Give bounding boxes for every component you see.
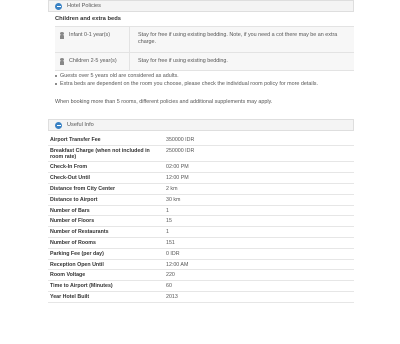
info-label: Breakfast Charge (when not included in r… bbox=[50, 147, 150, 161]
infant-icon bbox=[59, 32, 65, 39]
info-value: 250000 IDR bbox=[166, 147, 195, 154]
policy-notes: Guests over 5 years old are considered a… bbox=[55, 73, 355, 89]
child-age-label: Infant 0-1 year(s) bbox=[69, 32, 111, 38]
info-row: Distance from City Center 2 km bbox=[48, 184, 354, 195]
collapse-icon[interactable] bbox=[55, 2, 62, 10]
info-row: Reception Open Until 12:00 AM bbox=[48, 260, 354, 271]
info-value: 12:00 PM bbox=[166, 175, 189, 182]
info-label: Distance from City Center bbox=[50, 185, 116, 192]
info-value: 2013 bbox=[166, 293, 178, 300]
info-value: 15 bbox=[166, 218, 172, 225]
page: Hotel Policies Children and extra beds I… bbox=[0, 0, 400, 344]
children-policy-row: Children 2-5 year(s) Stay for free if us… bbox=[55, 53, 354, 71]
info-value: 220 bbox=[166, 272, 175, 279]
info-row: Time to Airport (Minutes) 60 bbox=[48, 281, 354, 292]
info-value: 2 km bbox=[166, 185, 178, 192]
child-policy-text: Stay for free if using existing bedding. bbox=[138, 58, 228, 64]
info-label: Number of Rooms bbox=[50, 239, 96, 246]
policy-note: Guests over 5 years old are considered a… bbox=[55, 73, 355, 80]
info-label: Year Hotel Built bbox=[50, 293, 90, 300]
child-age-label: Children 2-5 year(s) bbox=[69, 58, 117, 64]
info-value: 1 bbox=[166, 229, 169, 236]
info-row: Number of Bars 1 bbox=[48, 206, 354, 217]
info-value: 12:00 AM bbox=[166, 261, 189, 268]
info-value: 151 bbox=[166, 239, 175, 246]
info-label: Number of Floors bbox=[50, 218, 95, 225]
info-row: Year Hotel Built 2013 bbox=[48, 292, 354, 303]
children-policy-row: Infant 0-1 year(s) Stay for free if usin… bbox=[55, 27, 354, 53]
info-value: 0 IDR bbox=[166, 250, 180, 257]
info-label: Parking Fee (per day) bbox=[50, 250, 104, 257]
info-label: Room Voltage bbox=[50, 272, 86, 279]
info-label: Check-In From bbox=[50, 164, 88, 171]
info-label: Distance to Airport bbox=[50, 196, 98, 203]
info-value: 1 bbox=[166, 207, 169, 214]
info-label: Number of Restaurants bbox=[50, 229, 109, 236]
hotel-policies-title: Hotel Policies bbox=[67, 2, 101, 9]
info-row: Number of Restaurants 1 bbox=[48, 227, 354, 238]
useful-info-header[interactable]: Useful Info bbox=[48, 119, 354, 131]
collapse-icon[interactable] bbox=[55, 121, 62, 129]
child-age-cell: Infant 0-1 year(s) bbox=[55, 27, 130, 52]
info-label: Airport Transfer Fee bbox=[50, 137, 101, 143]
info-value: 30 km bbox=[166, 196, 181, 203]
info-value: 60 bbox=[166, 283, 172, 290]
children-extra-beds-heading: Children and extra beds bbox=[55, 16, 122, 22]
info-row: Breakfast Charge (when not included in r… bbox=[48, 146, 354, 163]
child-policy-text: Stay for free if using existing bedding.… bbox=[138, 32, 338, 45]
info-value: 350000 IDR bbox=[166, 137, 195, 143]
info-row: Airport Transfer Fee 350000 IDR bbox=[48, 135, 354, 146]
policy-note: Extra beds are dependent on the room you… bbox=[55, 81, 355, 88]
info-label: Check-Out Until bbox=[50, 175, 91, 182]
info-row: Check-In From 02:00 PM bbox=[48, 162, 354, 174]
info-value: 02:00 PM bbox=[166, 164, 189, 171]
useful-info-table: Airport Transfer Fee 350000 IDR Breakfast… bbox=[48, 135, 354, 303]
info-label: Reception Open Until bbox=[50, 261, 104, 268]
info-row: Room Voltage 220 bbox=[48, 270, 354, 282]
info-row: Distance to Airport 30 km bbox=[48, 195, 354, 206]
hotel-policies-header[interactable]: Hotel Policies bbox=[48, 0, 354, 12]
child-icon bbox=[59, 58, 65, 65]
info-label: Time to Airport (Minutes) bbox=[50, 283, 113, 290]
info-row: Check-Out Until 12:00 PM bbox=[48, 173, 354, 184]
info-row: Number of Floors 15 bbox=[48, 216, 354, 228]
info-label: Number of Bars bbox=[50, 207, 90, 214]
children-policy-table: Infant 0-1 year(s) Stay for free if usin… bbox=[55, 26, 354, 71]
info-row: Parking Fee (per day) 0 IDR bbox=[48, 249, 354, 260]
child-age-cell: Children 2-5 year(s) bbox=[55, 53, 130, 70]
useful-info-title: Useful Info bbox=[67, 121, 94, 128]
booking-note: When booking more than 5 rooms, differen… bbox=[55, 99, 273, 105]
info-row: Number of Rooms 151 bbox=[48, 238, 354, 249]
